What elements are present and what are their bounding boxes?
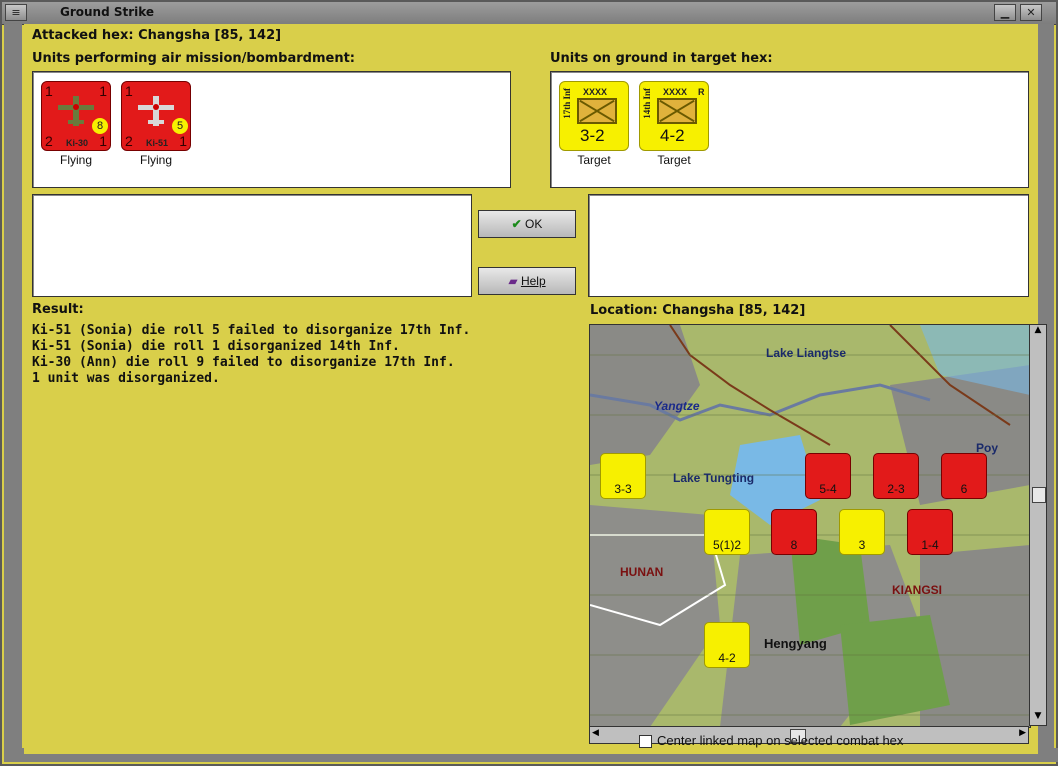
aircraft-name: Ki-30 (66, 138, 89, 148)
map-vertical-scrollbar[interactable]: ▲ ▼ (1029, 324, 1047, 726)
map-unit-strength: 1-4 (921, 538, 939, 552)
map-label: HUNAN (620, 565, 664, 579)
map-unit-strength: 3 (858, 538, 866, 552)
ok-label: OK (525, 217, 543, 231)
dialog-content: Attacked hex: Changsha [85, 142] Units p… (24, 24, 1047, 754)
unit-size: XXXX (583, 87, 608, 97)
map-unit-strength: 6 (960, 482, 968, 496)
location-label: Location: Changsha [85, 142] (590, 303, 806, 318)
counter-value: 1 (179, 133, 187, 149)
ground-units-panel: 17th Inf XXXX 3-2 Target 14th Inf XXXX R… (550, 71, 1029, 188)
unit-strength: 3-2 (580, 126, 605, 145)
map-unit-strength: 8 (790, 538, 798, 552)
checkmark-icon: ✔ (511, 217, 522, 231)
left-border (4, 24, 22, 754)
map-label: Yangtze (654, 399, 700, 413)
map-unit[interactable]: 4-2 (704, 622, 750, 668)
result-line: 1 unit was disorganized. (32, 371, 220, 386)
unit-size: XXXX (663, 87, 688, 97)
map-unit-strength: 2-3 (887, 482, 905, 496)
counter-value: 1 (99, 83, 107, 99)
unit-status: Flying (59, 153, 92, 167)
infantry-icon (657, 98, 697, 124)
title-bar[interactable]: ≡ Ground Strike ▁ ✕ (2, 2, 1056, 25)
counter-badge: 5 (172, 118, 188, 134)
counter-value: 1 (99, 133, 107, 149)
map-unit-strength: 4-2 (718, 651, 736, 665)
map-unit[interactable]: 2-3 (873, 453, 919, 499)
map-label: Hengyang (764, 636, 827, 651)
aircraft-name: Ki-51 (146, 138, 169, 148)
air-unit-counter[interactable]: 1 1 2 1 8 Ki-30 (41, 81, 111, 151)
map-label: Lake Liangtse (766, 346, 847, 360)
result-label: Result: (32, 302, 84, 317)
map-label: Lake Tungting (673, 471, 755, 485)
close-icon[interactable]: ✕ (1020, 4, 1042, 21)
left-detail-panel (32, 194, 472, 297)
dialog-window: ≡ Ground Strike ▁ ✕ Attacked hex: Changs… (0, 0, 1058, 766)
map-unit[interactable]: 1-4 (907, 509, 953, 555)
ground-unit-counter[interactable]: 17th Inf XXXX 3-2 (559, 81, 629, 151)
map-unit[interactable]: 5(1)2 (704, 509, 750, 555)
map-unit[interactable]: 5-4 (805, 453, 851, 499)
unit-status: Flying (139, 153, 172, 167)
unit-name: 14th Inf (642, 88, 652, 119)
counter-value: 1 (45, 83, 53, 99)
scroll-thumb[interactable] (1032, 487, 1046, 503)
ground-units-label: Units on ground in target hex: (550, 51, 773, 66)
counter-badge: 8 (92, 118, 108, 134)
air-units-panel: 1 1 2 1 8 Ki-30 Flying 1 2 1 5 Ki-51 Fly… (32, 71, 511, 188)
ok-button[interactable]: ✔ OK (478, 210, 576, 238)
scroll-right-icon[interactable]: ▶ (1019, 728, 1026, 738)
map-unit[interactable]: 3-3 (600, 453, 646, 499)
right-detail-panel (588, 194, 1029, 297)
attacked-hex-label: Attacked hex: Changsha [85, 142] (32, 28, 282, 43)
map-unit-strength: 5-4 (819, 482, 837, 496)
scroll-left-icon[interactable]: ◀ (592, 728, 599, 738)
window-title: Ground Strike (60, 5, 155, 19)
map-unit[interactable]: 3 (839, 509, 885, 555)
map-unit-strength: 3-3 (614, 482, 632, 496)
counter-value: 2 (45, 133, 53, 149)
ground-unit-counter[interactable]: 14th Inf XXXX R 4-2 (639, 81, 709, 151)
infantry-icon (577, 98, 617, 124)
unit-name: 17th Inf (562, 88, 572, 119)
result-log: Ki-51 (Sonia) die roll 5 failed to disor… (32, 323, 470, 387)
result-line: Ki-30 (Ann) die roll 9 failed to disorga… (32, 355, 455, 370)
minimize-icon[interactable]: ▁ (994, 4, 1016, 21)
map-unit[interactable]: 6 (941, 453, 987, 499)
unit-flag: R (698, 87, 705, 97)
air-unit-counter[interactable]: 1 2 1 5 Ki-51 (121, 81, 191, 151)
center-map-checkbox[interactable] (639, 735, 652, 748)
hex-map[interactable]: Lake Liangtse Yangtze Lake Tungting HUNA… (589, 324, 1031, 728)
counter-value: 2 (125, 133, 133, 149)
unit-status: Target (577, 153, 611, 167)
air-units-label: Units performing air mission/bombardment… (32, 51, 356, 66)
unit-status: Target (657, 153, 691, 167)
map-label: KIANGSI (892, 583, 943, 597)
scroll-up-icon[interactable]: ▲ (1032, 325, 1044, 339)
center-map-label: Center linked map on selected combat hex (657, 733, 904, 748)
map-unit-strength: 5(1)2 (712, 538, 741, 552)
unit-strength: 4-2 (660, 126, 685, 145)
help-button[interactable]: ▰ Help (478, 267, 576, 295)
book-icon: ▰ (508, 274, 518, 288)
system-menu-icon[interactable]: ≡ (5, 4, 27, 21)
result-line: Ki-51 (Sonia) die roll 1 disorganized 14… (32, 339, 400, 354)
scroll-down-icon[interactable]: ▼ (1032, 711, 1044, 725)
counter-value: 1 (125, 83, 133, 99)
map-unit[interactable]: 8 (771, 509, 817, 555)
help-label: Help (520, 274, 546, 288)
result-line: Ki-51 (Sonia) die roll 5 failed to disor… (32, 323, 471, 338)
